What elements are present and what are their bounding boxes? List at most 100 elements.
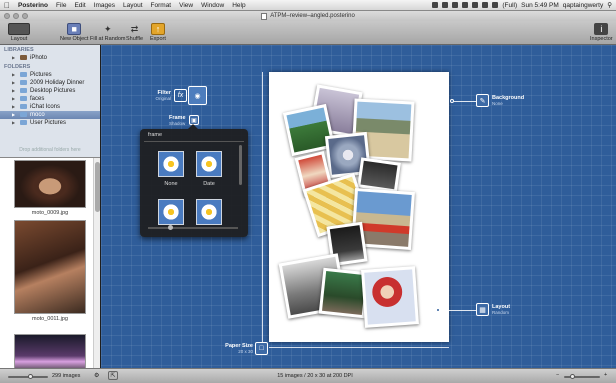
menu-bar:  Posterino File Edit Images Layout Form… [0,0,616,11]
fill-at-random-button[interactable]: ✦ Fill at Random [90,23,126,43]
zoom-slider[interactable] [564,374,600,379]
disclosure-triangle-icon[interactable]: ▶ [12,54,15,62]
document-icon [261,12,268,20]
user-name[interactable]: qaptaingwerty [563,2,603,9]
window-titlebar: ATPM–review–angled.posterino [0,11,616,21]
apple-menu-icon[interactable]:  [0,1,14,10]
bluetooth-icon[interactable] [462,2,469,8]
sidebar-item-label: Desktop Pictures [30,88,76,94]
frame-option-label: Date [203,181,215,187]
new-object-button[interactable]: ■ New Object [60,23,88,42]
zoom-button[interactable] [22,13,28,19]
frame-value: Shadow [169,121,186,126]
image-thumbnail[interactable]: moto_0009.jpg [14,160,86,216]
menu-images[interactable]: Images [90,2,119,9]
shuffle-button[interactable]: ⇄ Shuffle [126,23,143,43]
brush-icon[interactable]: ✎ [476,94,489,107]
disclosure-triangle-icon[interactable]: ▶ [12,95,15,103]
menu-edit[interactable]: Edit [70,2,89,9]
frame-option[interactable] [158,199,184,225]
disclosure-triangle-icon[interactable]: ▶ [12,79,15,87]
folder-icon [20,96,27,101]
clock[interactable]: Sun 5:49 PM [521,2,559,9]
sidebar-item-iphoto[interactable]: ▶ iPhoto [0,54,100,62]
sidebar-item-ichat-icons[interactable]: ▶ iChat Icons [0,103,100,111]
battery-icon[interactable] [492,2,499,8]
spotlight-icon[interactable]: ⚲ [607,1,612,9]
frame-option[interactable] [196,199,222,225]
image-thumbnail[interactable]: moto_0011.jpg [14,220,86,322]
poster-canvas[interactable]: Filter Original fx ◉ Frame Shadow ▣ ✎ Ba… [101,45,616,368]
scroll-thumb[interactable] [95,162,100,212]
camera-icon[interactable]: ◉ [188,86,207,105]
menu-view[interactable]: View [175,2,197,9]
wifi-icon[interactable] [472,2,479,8]
zoom-in-icon[interactable]: + [604,372,607,378]
export-label: Export [150,36,166,42]
fill-at-random-label: Fill at Random [90,36,126,42]
slider-knob[interactable] [168,225,173,230]
popover-divider [144,141,244,142]
background-connector [454,101,476,102]
disclosure-triangle-icon[interactable]: ▶ [12,71,15,79]
menu-extras: (Full) Sun 5:49 PM qaptaingwerty ⚲ [432,1,616,9]
thumbnail-image [14,220,86,314]
image-thumbnail[interactable] [14,334,86,368]
poster-page[interactable] [269,72,449,342]
menu-format[interactable]: Format [147,2,176,9]
popover-slider[interactable] [148,225,238,230]
menu-window[interactable]: Window [197,2,228,9]
menu-help[interactable]: Help [228,2,249,9]
libraries-header: LIBRARIES [4,47,34,53]
filter-value: Original [155,96,171,101]
gear-icon[interactable]: ⚙ [94,372,99,379]
menu-app-name[interactable]: Posterino [14,2,52,9]
thumbnail-size-slider[interactable] [8,374,48,379]
disclosure-triangle-icon[interactable]: ▶ [12,119,15,127]
paper-size-icon[interactable]: □ [255,342,268,355]
thumbnail-scrollbar[interactable] [93,158,100,368]
slider-knob[interactable] [570,374,575,379]
sidebar-item-faces[interactable]: ▶ faces [0,95,100,103]
export-icon: ↑ [150,23,165,35]
fullscreen-icon[interactable]: ⇱ [108,371,118,380]
frame-option-date[interactable] [196,151,222,177]
sidebar: LIBRARIES ▶ iPhoto FOLDERS ▶ Pictures ▶ 20… [0,45,100,368]
photo[interactable] [357,157,401,193]
slider-knob[interactable] [28,374,33,379]
menu-file[interactable]: File [52,2,70,9]
zoom-out-icon[interactable]: − [556,372,559,378]
disclosure-triangle-icon[interactable]: ▶ [12,87,15,95]
sidebar-item-moco[interactable]: ▶ moco [0,111,100,119]
height-guide [262,72,263,344]
export-button[interactable]: ↑ Export [150,23,166,42]
folder-icon [20,112,27,117]
daisy-preview [197,200,221,224]
volume-icon[interactable] [482,2,489,8]
folder-icon [20,80,27,85]
close-button[interactable] [4,13,10,19]
inspector-button[interactable]: i Inspector [590,23,613,42]
frame-option-none[interactable] [158,151,184,177]
thumbnail-image [14,160,86,208]
sidebar-item-desktop-pictures[interactable]: ▶ Desktop Pictures [0,87,100,95]
minimize-button[interactable] [13,13,19,19]
inspector-label: Inspector [590,36,613,42]
disclosure-triangle-icon[interactable]: ▶ [12,103,15,111]
tray-icon[interactable] [442,2,449,8]
layout-button[interactable]: Layout [8,23,30,42]
popover-scrollbar[interactable] [239,145,242,185]
sidebar-item-pictures[interactable]: ▶ Pictures [0,71,100,79]
photo[interactable] [361,266,419,328]
filter-fx-icon[interactable]: fx [174,89,187,102]
tray-icon[interactable] [432,2,439,8]
sidebar-item-user-pictures[interactable]: ▶ User Pictures [0,119,100,127]
thumbnail-image [14,334,86,368]
folder-icon [20,72,27,77]
sidebar-item-holiday-dinner[interactable]: ▶ 2009 Holiday Dinner [0,79,100,87]
tray-icon[interactable] [452,2,459,8]
layout-grid-icon[interactable]: ▦ [476,303,489,316]
drop-folders-hint: Drop additional folders here [19,147,81,153]
menu-layout[interactable]: Layout [119,2,147,9]
disclosure-triangle-icon[interactable]: ▶ [12,111,15,119]
